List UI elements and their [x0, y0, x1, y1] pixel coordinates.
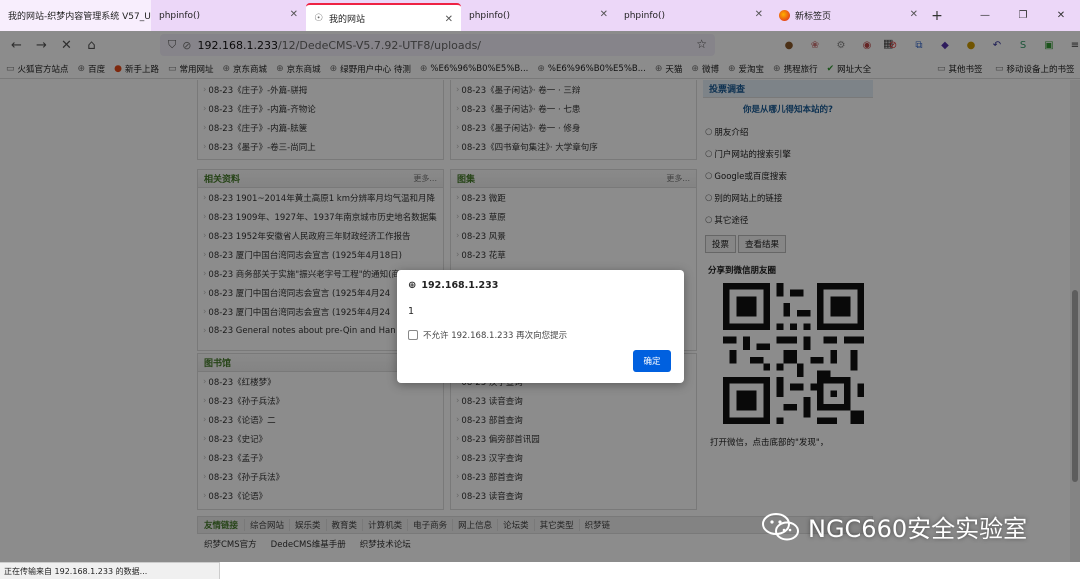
minimize-icon[interactable]: — [966, 0, 1004, 31]
window-controls: — ❐ ✕ [966, 0, 1080, 31]
tab-4[interactable]: phpinfo() ✕ [461, 0, 616, 31]
dialog-checkbox-row[interactable]: 不允许 192.168.1.233 再次向您提示 [408, 329, 567, 341]
alert-dialog: ⊕ 192.168.1.233 1 不允许 192.168.1.233 再次向您提… [397, 270, 684, 383]
wechat-logo [762, 512, 799, 540]
firefox-icon [779, 10, 790, 21]
tab-6-label: 新标签页 [795, 12, 832, 22]
tab-strip: 我的网站-织梦内容管理系统 V57_U phpinfo() ✕ ☉ 我的网站 ✕ ph… [0, 0, 1080, 32]
tab-2-label: phpinfo() [159, 10, 201, 21]
dialog-checkbox-label: 不允许 192.168.1.233 再次向您提示 [423, 331, 568, 341]
tab-3-active[interactable]: ☉ 我的网站 ✕ [306, 3, 461, 32]
close-icon[interactable]: ✕ [445, 14, 453, 25]
new-tab-button[interactable]: + [926, 8, 948, 24]
close-icon[interactable]: ✕ [755, 9, 763, 20]
close-icon[interactable]: ✕ [600, 9, 608, 20]
tab-2[interactable]: phpinfo() ✕ [151, 0, 306, 31]
ok-button[interactable]: 确定 [633, 350, 671, 372]
tab-3-label: 我的网站 [329, 15, 366, 25]
watermark: NGC660安全实验室 [762, 509, 1027, 544]
dialog-checkbox[interactable] [408, 330, 418, 340]
tab-1[interactable]: 我的网站-织梦内容管理系统 V57_U [0, 0, 151, 31]
close-window-icon[interactable]: ✕ [1042, 0, 1080, 31]
globe-icon: ☉ [314, 12, 323, 24]
dialog-origin: 192.168.1.233 [421, 280, 499, 291]
dialog-message: 1 [408, 306, 415, 317]
close-icon[interactable]: ✕ [290, 9, 298, 20]
tab-4-label: phpinfo() [469, 10, 511, 21]
close-icon[interactable]: ✕ [910, 9, 918, 20]
globe-icon: ⊕ [408, 280, 417, 291]
status-bar: 正在传输来自 192.168.1.233 的数据... [0, 562, 220, 579]
tab-6[interactable]: 新标签页 ✕ [771, 0, 926, 31]
tab-5[interactable]: phpinfo() ✕ [616, 0, 771, 31]
tab-5-label: phpinfo() [624, 10, 666, 21]
dialog-header: ⊕ 192.168.1.233 [408, 280, 498, 291]
tab-1-label: 我的网站-织梦内容管理系统 V57_U [8, 12, 151, 22]
watermark-text: NGC660安全实验室 [808, 515, 1028, 543]
restore-icon[interactable]: ❐ [1004, 0, 1042, 31]
